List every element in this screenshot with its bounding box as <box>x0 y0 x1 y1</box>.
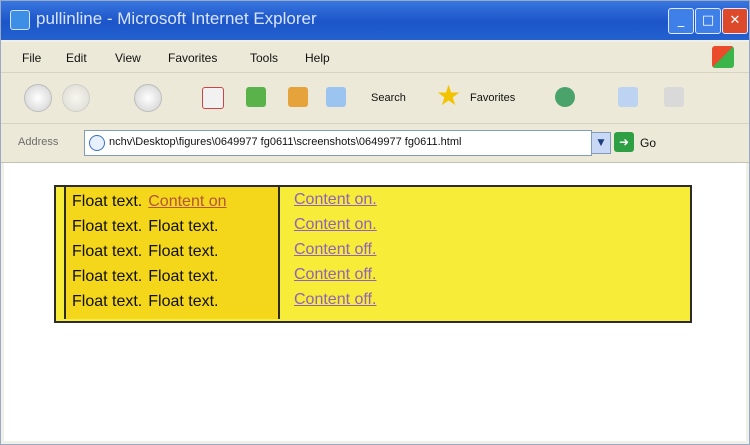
browser-window: pullinline - Microsoft Internet Explorer… <box>0 0 750 445</box>
window-frame <box>0 0 750 445</box>
